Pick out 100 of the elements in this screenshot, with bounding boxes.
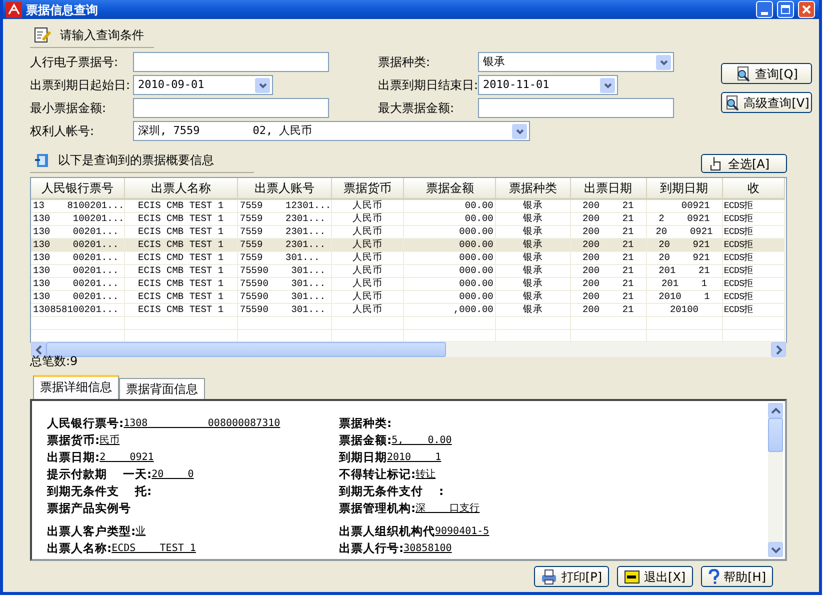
column-header[interactable]: 出票日期 xyxy=(570,178,646,199)
app-icon xyxy=(6,2,22,18)
table-cell: 200 21 xyxy=(570,278,646,290)
query-button[interactable]: 查询[Q] xyxy=(721,63,812,84)
dropdown[interactable]: 深圳, 7559 02, 人民币 xyxy=(133,121,530,141)
column-header[interactable]: 人民银行票号 xyxy=(31,178,124,199)
table-cell: ECIS CMD TEST 1 xyxy=(124,252,238,264)
table-row[interactable]: 130858100201... ECIS CMB TEST 1 75590 301... 人民币 ,000.00 银承 200 21 20100 ECDS拒 xyxy=(31,304,784,316)
table-cell: 00.00 xyxy=(404,199,496,212)
table-row[interactable]: 13 8100201... ECIS CMB TEST 1 7559 12301... 人民币 00.00 银承 200 21 00921 ECDS拒 xyxy=(31,199,784,212)
tab[interactable]: 票据背面信息 xyxy=(119,378,205,399)
table-cell: 7559 2301... xyxy=(237,212,332,226)
table-cell: ECIS CMB TEST 1 xyxy=(124,278,238,290)
column-header[interactable]: 出票人账号 xyxy=(237,178,332,199)
table-cell: 银承 xyxy=(496,304,570,316)
table-cell: 130858100201... xyxy=(31,304,124,316)
column-header[interactable]: 票据种类 xyxy=(496,178,570,199)
table-row[interactable]: 130 00201... ECIS CMB TEST 1 75590 301... 人民币 000.00 银承 200 21 2010 1 ECDS拒 xyxy=(31,290,784,304)
field-label: 到期无条件支付 : xyxy=(339,483,444,500)
close-button[interactable] xyxy=(798,1,815,18)
input-field[interactable] xyxy=(478,98,674,118)
maximize-button[interactable] xyxy=(777,1,794,18)
scroll-right-icon xyxy=(774,344,782,355)
table-cell: ,000.00 xyxy=(404,304,496,316)
field-value: 5, 0.00 xyxy=(392,434,452,448)
table-row[interactable]: 130 00201... ECIS CMB TEST 1 75590 301... 人民币 000.00 银承 200 21 201 21 ECDS拒 xyxy=(31,264,784,278)
field-value: 转让 xyxy=(416,468,436,482)
table-row[interactable]: 130 00201... ECIS CMB TEST 1 75590 301... 人民币 000.00 银承 200 21 201 1 ECDS拒 xyxy=(31,278,784,290)
window-title: 票据信息查询 xyxy=(26,2,99,18)
footer-button[interactable]: 退出[X] xyxy=(617,566,693,587)
table-cell: 7559 301... xyxy=(237,252,332,264)
input-field[interactable] xyxy=(133,52,329,72)
table-row[interactable]: 130 100201... ECIS CMB TEST 1 7559 2301... 人民币 00.00 银承 200 21 2 0921 ECDS拒 xyxy=(31,212,784,226)
table-cell: 75590 301... xyxy=(237,278,332,290)
table-cell: 2010 1 xyxy=(646,290,722,304)
table-cell: 200 21 xyxy=(570,304,646,316)
table-cell: 13 8100201... xyxy=(31,199,124,212)
table-cell: 130 00201... xyxy=(31,278,124,290)
field-label: 最小票据金额: xyxy=(30,100,108,117)
field-label: 票据金额: xyxy=(339,432,392,449)
table-cell: ECDS拒 xyxy=(722,304,784,316)
field-value: 2010 1 xyxy=(387,451,442,466)
table-cell: 银承 xyxy=(496,252,570,264)
table-cell: ECDS拒 xyxy=(722,199,784,212)
column-header[interactable]: 到期日期 xyxy=(646,178,722,199)
input-field[interactable] xyxy=(133,98,329,118)
table-cell: 000.00 xyxy=(404,278,496,290)
table-cell: 2 0921 xyxy=(646,212,722,226)
scroll-down-icon xyxy=(770,546,780,554)
column-header[interactable]: 票据金额 xyxy=(404,178,496,199)
field-label: 人行电子票据号: xyxy=(30,54,120,71)
table-cell: 银承 xyxy=(496,212,570,226)
field-value: 1308 008000087310 xyxy=(124,417,280,432)
table-cell: 130 100201... xyxy=(31,212,124,226)
table-cell: 人民币 xyxy=(332,304,404,316)
minimize-button[interactable] xyxy=(756,1,773,18)
select-all-button[interactable]: 全选[A] xyxy=(701,154,787,173)
field-label: 票据管理机构: xyxy=(339,500,416,517)
scrollbar-thumb[interactable] xyxy=(46,342,446,358)
column-header[interactable]: 收 xyxy=(722,178,784,199)
table-cell: 201 1 xyxy=(646,278,722,290)
field-label: 出票人行号: xyxy=(339,540,404,557)
footer-button[interactable]: 帮助[H] xyxy=(700,566,773,587)
footer-button[interactable]: 打印[P] xyxy=(534,566,610,587)
tab[interactable]: 票据详细信息 xyxy=(33,375,119,399)
table-cell: 200 21 xyxy=(570,264,646,278)
field-label: 出票人客户类型: xyxy=(47,523,136,540)
field-label: 票据产品实例号 xyxy=(47,500,131,517)
table-cell: ECDS拒 xyxy=(722,238,784,252)
vertical-scrollbar[interactable] xyxy=(768,403,783,557)
exit-icon xyxy=(624,568,640,584)
table-cell: ECDS拒 xyxy=(722,290,784,304)
column-header[interactable]: 出票人名称 xyxy=(124,178,238,199)
table-cell: 20100 xyxy=(646,304,722,316)
column-header[interactable]: 票据货币 xyxy=(332,178,404,199)
table-row[interactable]: 130 00201... ECIS CMD TEST 1 7559 301... 人民币 000.00 银承 200 21 20 921 ECDS拒 xyxy=(31,252,784,264)
table-cell: 130 00201... xyxy=(31,252,124,264)
table-cell: 人民币 xyxy=(332,252,404,264)
table-cell: 201 21 xyxy=(646,264,722,278)
table-row[interactable]: 130 00201... ECIS CMB TEST 1 7559 2301... 人民币 000.00 银承 200 21 20 921 ECDS拒 xyxy=(31,238,784,252)
scrollbar-thumb[interactable] xyxy=(768,418,783,452)
table-cell: 7559 12301... xyxy=(237,199,332,212)
table-cell: 000.00 xyxy=(404,264,496,278)
date-picker[interactable]: 2010-09-01 xyxy=(133,75,273,95)
query-button[interactable]: 高级查询[V] xyxy=(721,92,812,113)
table-cell: 75590 301... xyxy=(237,290,332,304)
table-cell: 银承 xyxy=(496,278,570,290)
table-cell: ECIS CMB TEST 1 xyxy=(124,199,238,212)
search-icon xyxy=(735,66,752,82)
table-cell: 200 21 xyxy=(570,252,646,264)
table-cell: 银承 xyxy=(496,264,570,278)
table-cell: 7559 2301... xyxy=(237,238,332,252)
date-picker[interactable]: 2010-11-01 xyxy=(478,75,618,95)
total-count: 总笔数:9 xyxy=(30,354,78,368)
dropdown[interactable]: 银承 xyxy=(478,52,674,72)
table-cell: 130 00201... xyxy=(31,238,124,252)
field-value: ECDS TEST 1 xyxy=(112,542,196,556)
table-cell: 20 921 xyxy=(646,238,722,252)
table-cell: ECDS拒 xyxy=(722,264,784,278)
table-cell: 200 21 xyxy=(570,238,646,252)
